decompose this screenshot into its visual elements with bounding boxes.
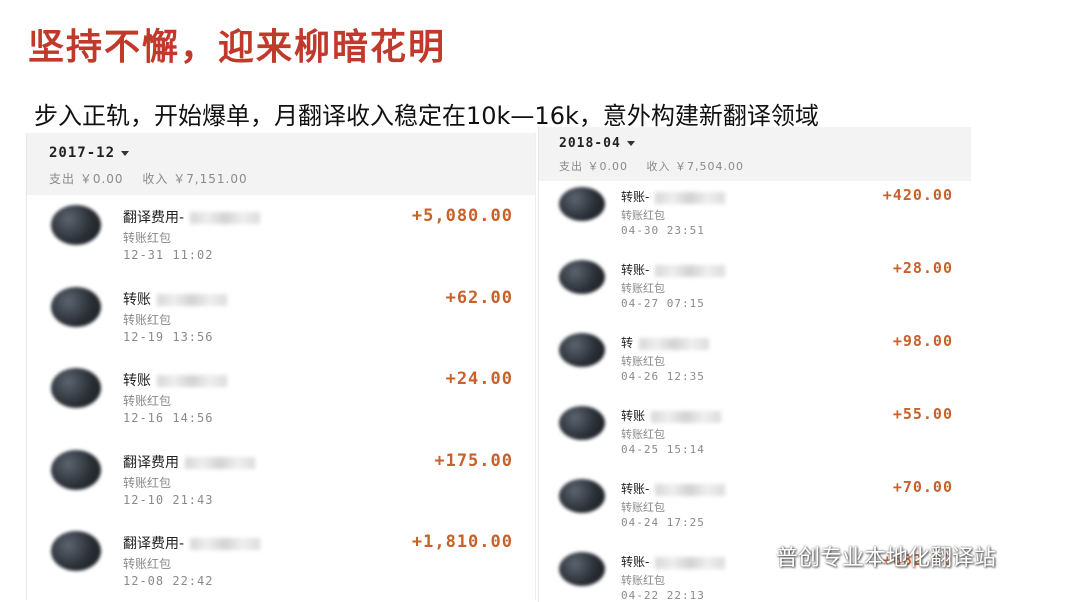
transaction-row[interactable]: 转账- 转账红包 04-24 17:25 +70.00 [539, 473, 971, 546]
transaction-amount: +420.00 [882, 186, 953, 204]
transaction-type: 转账红包 [621, 501, 665, 514]
avatar [559, 552, 605, 586]
transaction-name: 翻译费用- [123, 536, 185, 552]
redacted-name [655, 264, 726, 277]
transaction-time: 12-10 21:43 [123, 492, 214, 507]
transaction-time: 12-16 14:56 [123, 411, 214, 425]
redacted-name [651, 410, 722, 423]
income-total: 收入 ￥7,151.00 [142, 172, 248, 186]
transaction-name: 转账- [621, 263, 650, 277]
transaction-row[interactable]: 转 转账红包 04-26 12:35 +98.00 [539, 327, 971, 400]
avatar [51, 286, 101, 327]
month-label: 2017-12 [49, 145, 116, 161]
transaction-type: 转账红包 [123, 231, 172, 245]
transaction-list: 转账- 转账红包 04-30 23:51 +420.00 转账- 转账红包 04… [539, 181, 971, 602]
avatar [559, 406, 605, 440]
transaction-amount: +62.00 [445, 287, 513, 308]
transaction-amount: +5,080.00 [411, 206, 513, 226]
avatar [51, 531, 101, 571]
watermark: 普创专业本地化翻译站 [736, 540, 996, 572]
transaction-type: 转账红包 [621, 574, 665, 587]
redacted-name [639, 337, 710, 350]
redacted-name [157, 375, 227, 387]
transaction-name: 转账- [621, 482, 650, 496]
transaction-name: 转账- [621, 190, 650, 204]
bill-panel-2018-04: 2018-04 支出 ￥0.00 收入 ￥7,504.00 转账- 转账红包 0… [538, 127, 971, 602]
transaction-type: 转账红包 [621, 282, 665, 295]
month-summary: 支出 ￥0.00 收入 ￥7,151.00 [49, 170, 262, 187]
transaction-amount: +1,810.00 [411, 532, 513, 552]
transaction-time: 04-25 15:14 [621, 443, 705, 456]
transaction-name: 转账 [123, 373, 151, 389]
transaction-type: 转账红包 [123, 557, 172, 571]
caret-down-icon [121, 150, 130, 156]
transaction-type: 转账红包 [123, 475, 172, 490]
transaction-time: 04-24 17:25 [621, 516, 705, 529]
avatar [559, 260, 605, 294]
transaction-amount: +28.00 [892, 259, 953, 277]
avatar [51, 449, 101, 490]
transaction-row[interactable]: 转账- 转账红包 04-27 07:15 +28.00 [539, 254, 971, 327]
transaction-time: 04-22 22:13 [621, 589, 705, 602]
redacted-name [190, 212, 261, 224]
transaction-time: 04-27 07:15 [621, 297, 705, 310]
transaction-type: 转账红包 [621, 428, 665, 441]
month-selector[interactable]: 2017-12 [49, 145, 130, 161]
transaction-list: 翻译费用- 转账红包 12-31 11:02 +5,080.00 转账 转账红包… [27, 195, 535, 600]
month-label: 2018-04 [559, 136, 621, 151]
transaction-amount: +70.00 [892, 478, 953, 496]
transaction-name: 翻译费用 [123, 454, 179, 471]
income-total: 收入 ￥7,504.00 [646, 160, 744, 173]
transaction-amount: +24.00 [445, 369, 513, 389]
transaction-time: 12-19 13:56 [123, 329, 214, 344]
redacted-name [655, 191, 726, 204]
transaction-row[interactable]: 转账 转账红包 12-19 13:56 +62.00 [27, 277, 535, 359]
avatar [559, 479, 605, 513]
transaction-row[interactable]: 转账 转账红包 04-25 15:14 +55.00 [539, 400, 971, 473]
month-selector[interactable]: 2018-04 [559, 136, 635, 151]
caret-down-icon [626, 141, 635, 146]
transaction-type: 转账红包 [123, 394, 172, 408]
transaction-row[interactable]: 翻译费用- 转账红包 12-31 11:02 +5,080.00 [27, 195, 535, 277]
month-summary: 支出 ￥0.00 收入 ￥7,504.00 [559, 158, 758, 174]
transaction-name: 转账- [621, 555, 650, 569]
transaction-type: 转账红包 [621, 209, 665, 222]
transaction-name: 转账 [621, 409, 646, 423]
page-subtitle: 步入正轨，开始爆单，月翻译收入稳定在10k—16k，意外构建新翻译领域 [34, 102, 819, 130]
redacted-name [190, 538, 261, 550]
redacted-name [157, 293, 227, 306]
transaction-row[interactable]: 转账 转账红包 12-16 14:56 +24.00 [27, 358, 535, 440]
transaction-row[interactable]: 转账- 转账红包 04-30 23:51 +420.00 [539, 181, 971, 254]
transaction-time: 12-31 11:02 [123, 248, 214, 262]
wechat-icon [736, 546, 770, 572]
avatar [51, 205, 101, 245]
transaction-type: 转账红包 [123, 312, 172, 327]
transaction-type: 转账红包 [621, 355, 665, 368]
page-title: 坚持不懈，迎来柳暗花明 [28, 27, 447, 68]
redacted-name [185, 456, 255, 469]
transaction-row[interactable]: 翻译费用- 转账红包 12-08 22:42 +1,810.00 [27, 521, 535, 600]
transaction-amount: +55.00 [892, 405, 953, 423]
transaction-name: 翻译费用- [123, 210, 185, 226]
avatar [51, 368, 101, 408]
bill-panel-2017-12: 2017-12 支出 ￥0.00 收入 ￥7,151.00 翻译费用- 转账红包… [26, 133, 536, 600]
transaction-amount: +98.00 [892, 332, 953, 350]
redacted-name [655, 483, 726, 496]
redacted-name [655, 556, 726, 569]
expense-total: 支出 ￥0.00 [49, 172, 124, 186]
watermark-text: 普创专业本地化翻译站 [776, 546, 997, 571]
transaction-amount: +175.00 [434, 450, 513, 471]
bill-panel-header: 2018-04 支出 ￥0.00 收入 ￥7,504.00 [539, 127, 971, 181]
transaction-time: 12-08 22:42 [123, 574, 214, 588]
expense-total: 支出 ￥0.00 [559, 160, 628, 173]
transaction-time: 04-26 12:35 [621, 370, 705, 383]
avatar [559, 333, 605, 367]
avatar [559, 187, 605, 221]
transaction-name: 转 [621, 336, 634, 350]
bill-panel-header: 2017-12 支出 ￥0.00 收入 ￥7,151.00 [27, 133, 535, 195]
transaction-time: 04-30 23:51 [621, 224, 705, 237]
transaction-row[interactable]: 翻译费用 转账红包 12-10 21:43 +175.00 [27, 440, 535, 522]
transaction-name: 转账 [123, 291, 151, 308]
